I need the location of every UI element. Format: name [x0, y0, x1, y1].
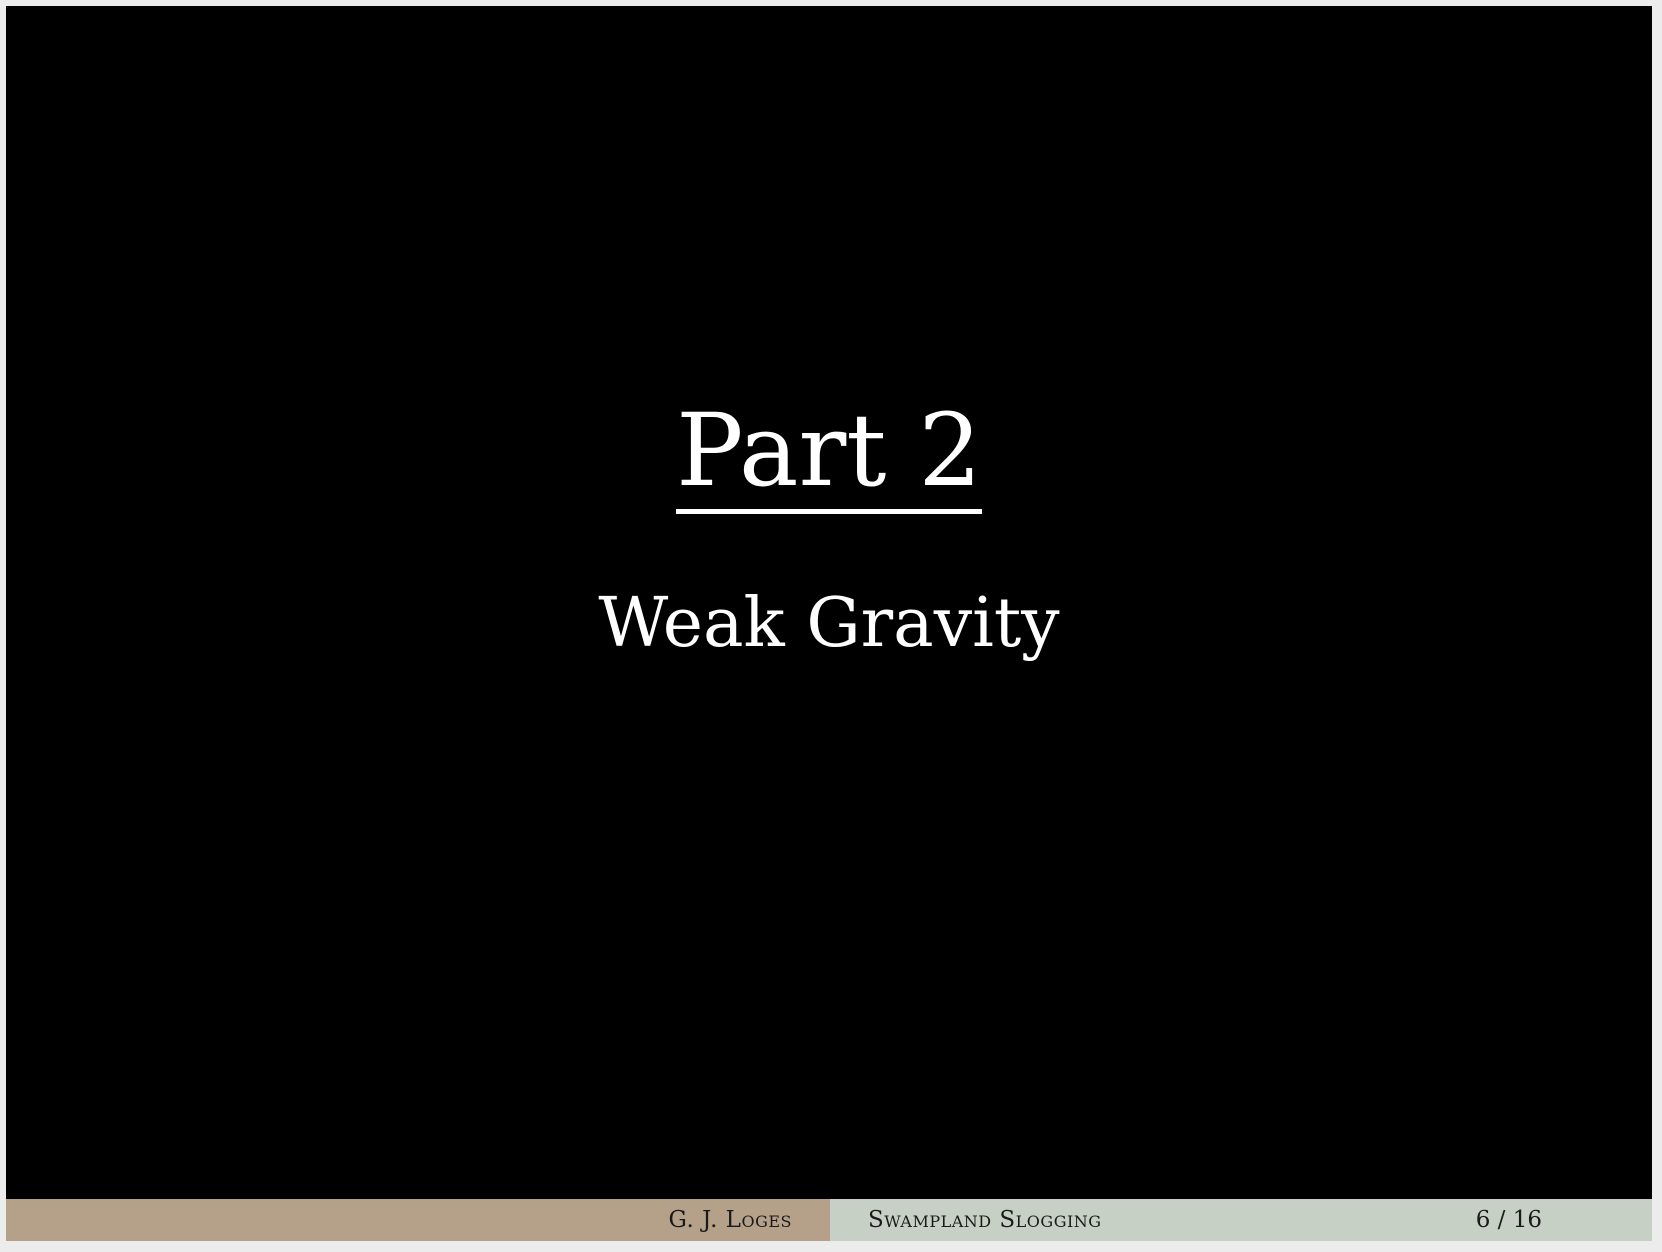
part-heading-text: Part 2: [676, 401, 982, 514]
slide-footer: G. J. Loges Swampland Slogging 6 / 16: [6, 1199, 1652, 1241]
part-subtitle: Weak Gravity: [598, 584, 1060, 663]
footer-title-block: Swampland Slogging 6 / 16: [830, 1199, 1652, 1241]
footer-author-block: G. J. Loges: [6, 1199, 830, 1241]
slide: Part 2 Weak Gravity G. J. Loges Swamplan…: [6, 6, 1652, 1241]
presentation-viewer: Part 2 Weak Gravity G. J. Loges Swamplan…: [0, 0, 1662, 1252]
footer-talk-title: Swampland Slogging: [868, 1207, 1102, 1233]
footer-page-counter: 6 / 16: [1475, 1207, 1542, 1233]
part-heading: Part 2: [6, 401, 1652, 514]
footer-author: G. J. Loges: [668, 1207, 792, 1233]
